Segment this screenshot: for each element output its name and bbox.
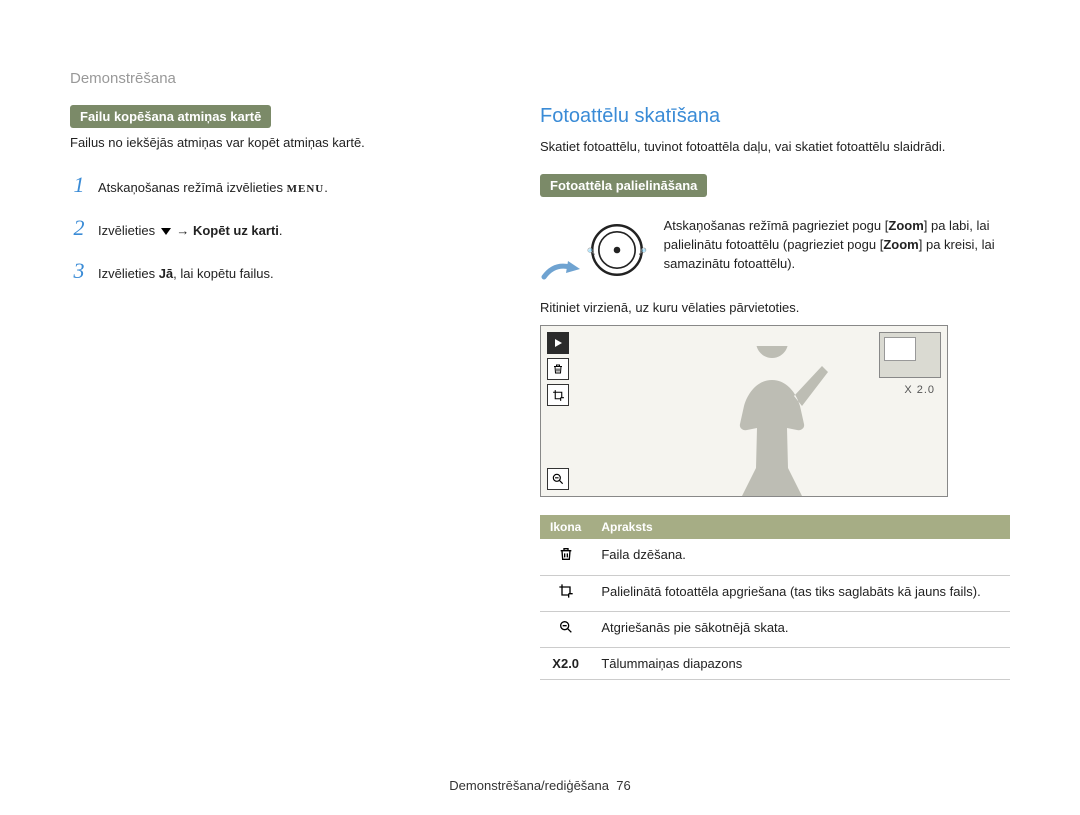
zoom-b1: Zoom bbox=[888, 218, 923, 233]
menu-icon: MENU bbox=[287, 183, 325, 195]
svg-text:🔎: 🔎 bbox=[638, 246, 647, 255]
crop-icon bbox=[547, 384, 569, 406]
step-number: 1 bbox=[70, 170, 88, 201]
zoom-dial-icon: 🔍 🔎 bbox=[584, 217, 650, 283]
step2-sep: → bbox=[173, 223, 193, 238]
step2-bold: Kopēt uz karti bbox=[193, 223, 279, 238]
section-head-copy: Failu kopēšana atmiņas kartē bbox=[70, 105, 271, 128]
step2-post: . bbox=[279, 223, 283, 238]
intro-text: Skatiet fotoattēlu, tuvinot fotoattēla d… bbox=[540, 138, 1010, 156]
icons-table: Ikona Apraksts Faila dzēšana. Palielināt… bbox=[540, 515, 1010, 680]
page-footer: Demonstrēšana/rediģēšana 76 bbox=[449, 778, 630, 793]
row3-desc: Atgriešanās pie sākotnējā skata. bbox=[591, 611, 1010, 647]
table-row: Palielinātā fotoattēla apgriešana (tas t… bbox=[540, 576, 1010, 612]
step3-post: , lai kopētu failus. bbox=[173, 266, 273, 281]
rotate-arrow-icon bbox=[540, 261, 580, 281]
right-column: Fotoattēlu skatīšana Skatiet fotoattēlu,… bbox=[540, 105, 1010, 680]
step-2: 2 Izvēlieties → Kopēt uz karti. bbox=[70, 213, 510, 244]
zoom-a: Atskaņošanas režīmā pagrieziet pogu [ bbox=[664, 218, 889, 233]
table-row: Atgriešanās pie sākotnējā skata. bbox=[540, 611, 1010, 647]
table-row: Faila dzēšana. bbox=[540, 539, 1010, 576]
step3-bold: Jā bbox=[159, 266, 173, 281]
zoom-range-icon: X2.0 bbox=[540, 647, 591, 680]
step-text: Izvēlieties → Kopēt uz karti. bbox=[98, 222, 510, 240]
step-number: 2 bbox=[70, 213, 88, 244]
zoom-dial-illustration: 🔍 🔎 bbox=[540, 217, 650, 286]
th-icon: Ikona bbox=[540, 515, 591, 539]
step-number: 3 bbox=[70, 256, 88, 287]
zoom-level-label: X 2.0 bbox=[904, 384, 935, 396]
row1-desc: Faila dzēšana. bbox=[591, 539, 1010, 576]
play-icon bbox=[547, 332, 569, 354]
step-1: 1 Atskaņošanas režīmā izvēlieties MENU. bbox=[70, 170, 510, 201]
step-text: Atskaņošanas režīmā izvēlieties MENU. bbox=[98, 179, 510, 197]
table-header-row: Ikona Apraksts bbox=[540, 515, 1010, 539]
section-title: Fotoattēlu skatīšana bbox=[540, 105, 1010, 128]
screen-preview: X 2.0 bbox=[540, 325, 948, 497]
scroll-hint: Ritiniet virzienā, uz kuru vēlaties pārv… bbox=[540, 300, 1010, 315]
crop-icon bbox=[540, 576, 591, 612]
step2-pre: Izvēlieties bbox=[98, 223, 159, 238]
trash-icon bbox=[540, 539, 591, 576]
magnify-out-icon bbox=[547, 468, 569, 490]
page-header: Demonstrēšana bbox=[70, 70, 1010, 87]
row2-desc: Palielinātā fotoattēla apgriešana (tas t… bbox=[591, 576, 1010, 612]
left-column: Failu kopēšana atmiņas kartē Failus no i… bbox=[70, 105, 510, 680]
steps-list: 1 Atskaņošanas režīmā izvēlieties MENU. … bbox=[70, 170, 510, 286]
step1-pre: Atskaņošanas režīmā izvēlieties bbox=[98, 180, 287, 195]
step3-pre: Izvēlieties bbox=[98, 266, 159, 281]
page-number: 76 bbox=[616, 778, 630, 793]
th-desc: Apraksts bbox=[591, 515, 1010, 539]
zoom-b2: Zoom bbox=[883, 237, 918, 252]
step-3: 3 Izvēlieties Jā, lai kopētu failus. bbox=[70, 256, 510, 287]
table-row: X2.0 Tālummaiņas diapazons bbox=[540, 647, 1010, 680]
copy-subtext: Failus no iekšējās atmiņas var kopēt atm… bbox=[70, 134, 510, 152]
footer-text: Demonstrēšana/rediģēšana bbox=[449, 778, 609, 793]
svg-text:🔍: 🔍 bbox=[587, 246, 595, 255]
section-head-zoom: Fotoattēla palielināšana bbox=[540, 174, 707, 197]
row4-desc: Tālummaiņas diapazons bbox=[591, 647, 1010, 680]
magnify-icon bbox=[540, 611, 591, 647]
thumbnail-navigator bbox=[879, 332, 941, 378]
step1-post: . bbox=[324, 180, 328, 195]
photo-silhouette bbox=[702, 346, 842, 496]
trash-icon bbox=[547, 358, 569, 380]
chevron-down-icon bbox=[161, 228, 171, 235]
zoom-instruction-text: Atskaņošanas režīmā pagrieziet pogu [Zoo… bbox=[664, 217, 1010, 274]
step-text: Izvēlieties Jā, lai kopētu failus. bbox=[98, 265, 510, 283]
